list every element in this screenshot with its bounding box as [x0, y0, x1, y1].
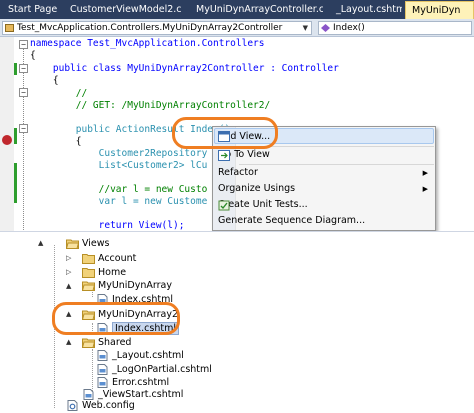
change-marker [14, 63, 17, 75]
collapse-icon[interactable]: − [19, 88, 28, 97]
menu-item-create-unit-tests[interactable]: Create Unit Tests... [214, 197, 434, 213]
menu-item-add-view[interactable]: Add View... [214, 128, 434, 144]
menu-item-refactor[interactable]: Refactor ▶ [214, 165, 434, 181]
solution-explorer-tree: ▲ Views ▷ Account ▷ Home ▲ MyUniDynArray… [0, 233, 474, 413]
folder-icon [82, 268, 95, 278]
code-editor-window: Start Page CustomerViewModel2.cs* MyUniD… [0, 0, 474, 232]
tree-node-label: Index.cshtml [112, 294, 173, 305]
context-menu: Add View... Go To View Refactor ▶ Organi… [212, 126, 436, 231]
expander-expand-icon[interactable]: ▷ [66, 253, 74, 263]
submenu-arrow-icon: ▶ [422, 169, 428, 177]
breakpoint-icon[interactable] [2, 135, 12, 145]
menu-item-label: Organize Usings [218, 183, 296, 194]
code-line: var l = new Custome [30, 196, 208, 207]
tab-myunidynarraycontroller[interactable]: MyUniDynArrayController.cs [190, 1, 323, 19]
add-view-icon [218, 131, 230, 142]
collapse-icon[interactable]: − [19, 124, 28, 133]
folder-icon [82, 254, 95, 264]
tree-node-label: _Layout.cshtml [112, 350, 184, 361]
class-icon [5, 24, 14, 32]
collapse-icon[interactable]: − [19, 40, 28, 49]
class-dropdown-value: Test_MvcApplication.Controllers.MyUniDyn… [17, 23, 283, 33]
tree-node-label: Index.cshtml [112, 322, 179, 335]
submenu-arrow-icon: ▶ [422, 185, 428, 193]
code-line: namespace Test_MvcApplication.Controller… [30, 38, 265, 50]
expander-collapse-icon[interactable]: ▲ [66, 281, 74, 291]
code-line-class-declaration: public class MyUniDynArray2Controller : … [30, 63, 339, 74]
tree-node-label: Web.config [82, 400, 135, 411]
collapse-icon[interactable]: − [19, 64, 28, 73]
unit-test-icon [218, 200, 230, 211]
folder-open-icon [66, 239, 79, 249]
expander-collapse-icon[interactable]: ▲ [66, 337, 74, 347]
cshtml-file-icon [97, 323, 108, 334]
code-line: { [30, 75, 59, 86]
folder-open-icon [82, 281, 95, 291]
code-line-method-signature: public ActionResult Index() [30, 124, 231, 135]
menu-item-organize-usings[interactable]: Organize Usings ▶ [214, 181, 434, 197]
member-dropdown-value: Index() [333, 23, 365, 33]
change-marker [14, 163, 17, 203]
folder-open-icon [82, 310, 95, 320]
tree-node-label: Shared [98, 337, 132, 348]
cshtml-file-icon [97, 364, 108, 375]
code-line: Customer2Repository [30, 148, 208, 159]
tree-node-label: MyUniDynArray [98, 280, 172, 291]
tab-customerviewmodel2[interactable]: CustomerViewModel2.cs* [64, 1, 182, 19]
code-line: List<Customer2> lCu [30, 160, 208, 171]
outline-guide [23, 48, 24, 231]
menu-item-generate-sequence-diagram[interactable]: Generate Sequence Diagram... [214, 213, 434, 229]
go-to-view-icon [218, 150, 230, 161]
menu-item-go-to-view[interactable]: Go To View [214, 147, 434, 163]
menu-item-label: Create Unit Tests... [218, 199, 308, 210]
expander-collapse-icon[interactable]: ▲ [66, 309, 74, 319]
config-file-icon [67, 400, 78, 411]
tab-start-page[interactable]: Start Page [2, 1, 60, 19]
expander-collapse-icon[interactable]: ▲ [38, 238, 46, 248]
tree-node-label: Home [98, 267, 127, 278]
code-line: { [30, 136, 82, 147]
class-dropdown[interactable]: Test_MvcApplication.Controllers.MyUniDyn… [2, 21, 312, 35]
navigation-bar: Test_MvcApplication.Controllers.MyUniDyn… [0, 19, 474, 37]
menu-item-label: Generate Sequence Diagram... [218, 215, 366, 226]
document-tab-bar: Start Page CustomerViewModel2.cs* MyUniD… [0, 0, 474, 19]
menu-item-label: Refactor [218, 167, 258, 178]
tree-node-label: Views [82, 238, 110, 249]
cshtml-file-icon [97, 294, 108, 305]
code-line-namespace: namespace Test_MvcApplication.Controller… [30, 38, 265, 49]
member-dropdown[interactable]: Index() [318, 21, 472, 35]
code-line: { [30, 50, 36, 61]
tree-guide [54, 245, 55, 408]
tab-layout[interactable]: _Layout.cshtml [330, 1, 402, 19]
tree-guide [92, 323, 93, 335]
change-marker [14, 128, 17, 144]
folder-open-icon [82, 338, 95, 348]
code-line-comment: //var l = new Custo [30, 184, 208, 195]
code-line-comment: // GET: /MyUniDynArrayController2/ [30, 100, 271, 111]
cshtml-file-icon [97, 377, 108, 388]
tab-myunidyn-active[interactable]: MyUniDyn [405, 1, 474, 19]
code-line-return: return View(l); [30, 220, 185, 231]
tree-node-label: MyUniDynArray2 [98, 309, 179, 320]
tree-node-label: Account [98, 253, 137, 264]
expander-expand-icon[interactable]: ▷ [66, 267, 74, 277]
screenshot-composite: Start Page CustomerViewModel2.cs* MyUniD… [0, 0, 474, 413]
cshtml-file-icon [97, 350, 108, 361]
method-icon [321, 24, 330, 32]
chevron-down-icon: ▼ [302, 24, 308, 32]
code-line-comment: // [30, 88, 88, 99]
tree-node-label: _LogOnPartial.cshtml [112, 364, 212, 375]
